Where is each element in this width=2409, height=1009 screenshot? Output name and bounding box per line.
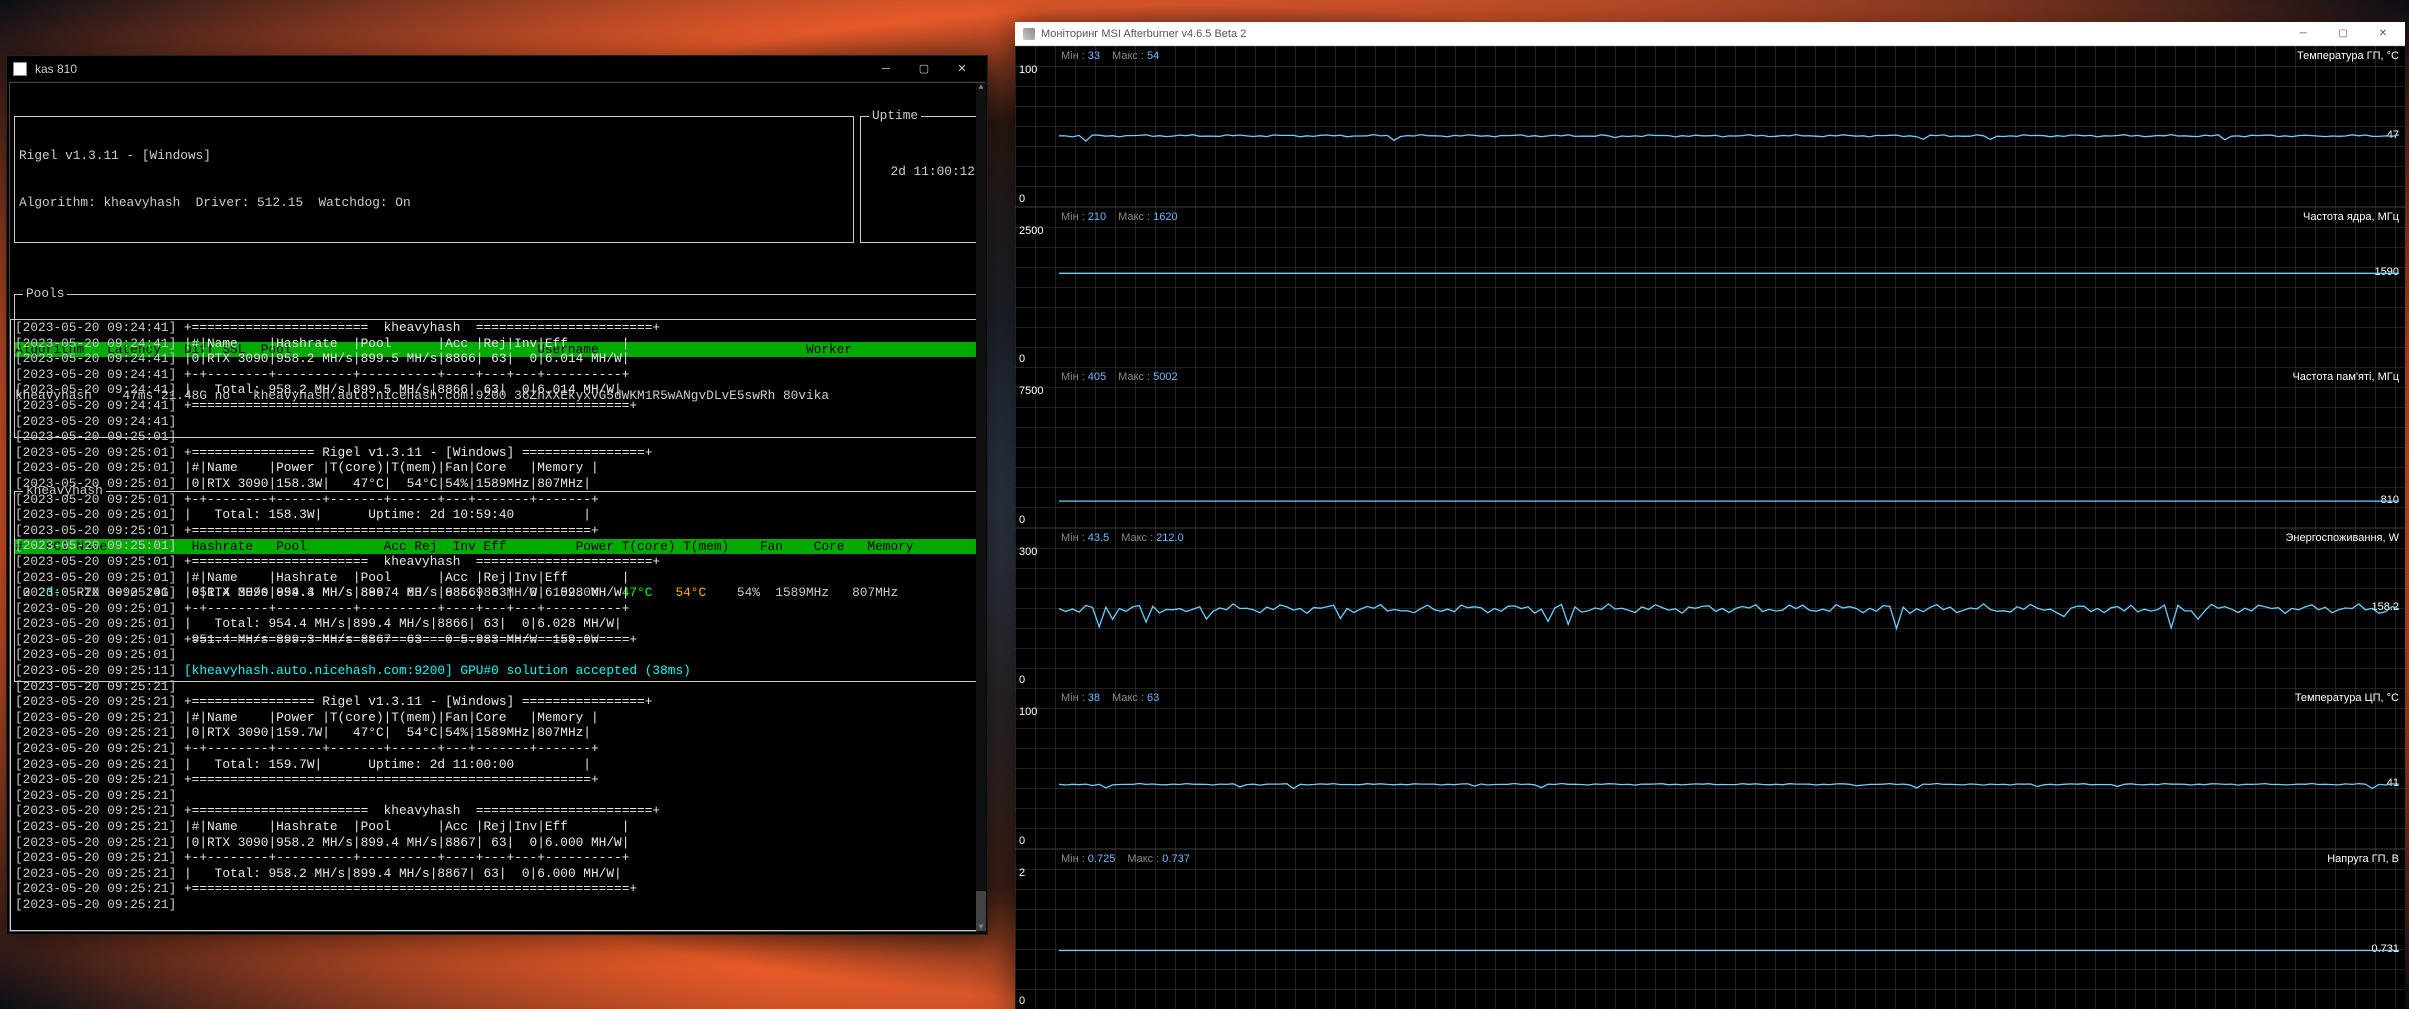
uptime-label: Uptime <box>869 108 921 124</box>
chart-line <box>1015 367 2405 528</box>
minimize-button[interactable]: ─ <box>867 57 905 81</box>
uptime-value: 2d 11:00:12 <box>865 164 975 180</box>
chart-0[interactable]: Мін :33Макс :54Температура ГП, °С100047 <box>1015 46 2405 207</box>
log-line: [2023-05-20 09:25:21] +=================… <box>15 803 979 819</box>
log-line: [2023-05-20 09:25:01] |#|Name |Hashrate … <box>15 570 979 586</box>
log-area[interactable]: [2023-05-20 09:24:41] +=================… <box>10 319 984 931</box>
terminal-body[interactable]: Rigel v1.3.11 - [Windows] Algorithm: khe… <box>9 82 985 932</box>
chart-line <box>1015 528 2405 689</box>
chart-5[interactable]: Мін :0.725Макс :0.737Напруга ГП, В200.73… <box>1015 849 2405 1009</box>
log-line: [2023-05-20 09:25:21] <box>15 679 979 695</box>
chart-3[interactable]: Мін :43.5Макс :212.0Энергоспоживання, W3… <box>1015 528 2405 689</box>
log-line: [2023-05-20 09:25:21] +-+--------+------… <box>15 741 979 757</box>
chart-1[interactable]: Мін :210Макс :1620Частота ядра, МГц25000… <box>1015 207 2405 368</box>
log-line: [2023-05-20 09:25:01] <box>15 538 979 554</box>
log-line: [2023-05-20 09:25:01] +=================… <box>15 632 979 648</box>
afterburner-titlebar[interactable]: Моніторинг MSI Afterburner v4.6.5 Beta 2… <box>1015 22 2405 46</box>
chart-line <box>1015 688 2405 849</box>
log-line: [2023-05-20 09:25:21] |#|Name |Power |T(… <box>15 710 979 726</box>
log-line: [2023-05-20 09:25:21] |#|Name |Hashrate … <box>15 819 979 835</box>
log-line: [2023-05-20 09:25:21] <box>15 897 979 913</box>
log-line: [2023-05-20 09:25:21] <box>15 788 979 804</box>
log-line: [2023-05-20 09:25:21] |0|RTX 3090|159.7W… <box>15 725 979 741</box>
log-line: [2023-05-20 09:25:01] |#|Name |Power |T(… <box>15 460 979 476</box>
maximize-button[interactable]: ▢ <box>905 57 943 81</box>
log-line: [2023-05-20 09:25:01] <box>15 647 979 663</box>
ab-close-button[interactable]: ✕ <box>2363 23 2403 45</box>
header-line: Rigel v1.3.11 - [Windows] <box>19 148 849 164</box>
log-line: [2023-05-20 09:25:21] +=================… <box>15 881 979 897</box>
chart-4[interactable]: Мін :38Макс :63Температура ЦП, °С100041 <box>1015 688 2405 849</box>
afterburner-title: Моніторинг MSI Afterburner v4.6.5 Beta 2 <box>1041 28 1246 40</box>
log-line: [2023-05-20 09:25:21] +=================… <box>15 772 979 788</box>
log-line: [2023-05-20 09:25:21] +-+--------+------… <box>15 850 979 866</box>
console-titlebar[interactable]: kas 810 ─ ▢ ✕ <box>7 56 987 82</box>
log-line: [2023-05-20 09:25:01] |0|RTX 3090|954.4 … <box>15 585 979 601</box>
ab-maximize-button[interactable]: ▢ <box>2323 23 2363 45</box>
afterburner-icon <box>1023 28 1035 40</box>
log-line: [2023-05-20 09:25:01] |0|RTX 3090|158.3W… <box>15 476 979 492</box>
log-line: [2023-05-20 09:24:41] | Total: 958.2 MH/… <box>15 382 979 398</box>
log-line: [2023-05-20 09:25:01] +=================… <box>15 523 979 539</box>
log-line: [2023-05-20 09:25:01] <box>15 429 979 445</box>
scroll-down-icon[interactable]: ▼ <box>976 923 986 933</box>
pools-label: Pools <box>23 286 67 302</box>
log-line: [2023-05-20 09:24:41] |#|Name |Hashrate … <box>15 336 979 352</box>
log-line: [2023-05-20 09:25:01] +=================… <box>15 554 979 570</box>
console-title: kas 810 <box>35 62 77 76</box>
log-line: [2023-05-20 09:25:01] +-+--------+------… <box>15 601 979 617</box>
console-window: kas 810 ─ ▢ ✕ Rigel v1.3.11 - [Windows] … <box>6 55 988 935</box>
log-line: [2023-05-20 09:25:01] +-+--------+------… <box>15 492 979 508</box>
log-line: [2023-05-20 09:25:01] | Total: 158.3W| U… <box>15 507 979 523</box>
scroll-up-icon[interactable]: ▲ <box>976 83 986 93</box>
console-scrollbar[interactable]: ▲ ▼ <box>976 83 986 933</box>
chart-2[interactable]: Мін :405Макс :5002Частота пам'яті, МГц75… <box>1015 367 2405 528</box>
chart-line <box>1015 46 2405 207</box>
log-line: [2023-05-20 09:24:41] +=================… <box>15 320 979 336</box>
afterburner-window: Моніторинг MSI Afterburner v4.6.5 Beta 2… <box>1015 22 2405 1009</box>
log-line: [2023-05-20 09:24:41] +=================… <box>15 398 979 414</box>
ab-minimize-button[interactable]: ─ <box>2283 23 2323 45</box>
close-button[interactable]: ✕ <box>943 57 981 81</box>
app-icon <box>13 62 27 76</box>
log-line: [2023-05-20 09:25:01] | Total: 954.4 MH/… <box>15 616 979 632</box>
log-line: [2023-05-20 09:25:21] |0|RTX 3090|958.2 … <box>15 835 979 851</box>
log-line: [2023-05-20 09:25:21] | Total: 958.2 MH/… <box>15 866 979 882</box>
log-line: [2023-05-20 09:25:01] +================ … <box>15 445 979 461</box>
log-line: [2023-05-20 09:24:41] +-+--------+------… <box>15 367 979 383</box>
log-line: [2023-05-20 09:25:21] +================ … <box>15 694 979 710</box>
chart-line <box>1015 207 2405 368</box>
log-line: [2023-05-20 09:25:21] | Total: 159.7W| U… <box>15 757 979 773</box>
log-line: [2023-05-20 09:24:41] <box>15 414 979 430</box>
afterburner-body: Мін :33Макс :54Температура ГП, °С100047М… <box>1015 46 2405 1009</box>
log-line: [2023-05-20 09:24:41] |0|RTX 3090|958.2 … <box>15 351 979 367</box>
chart-line <box>1015 849 2405 1009</box>
algo-line: Algorithm: kheavyhash Driver: 512.15 Wat… <box>19 195 849 211</box>
log-line: [2023-05-20 09:25:11] [kheavyhash.auto.n… <box>15 663 979 679</box>
